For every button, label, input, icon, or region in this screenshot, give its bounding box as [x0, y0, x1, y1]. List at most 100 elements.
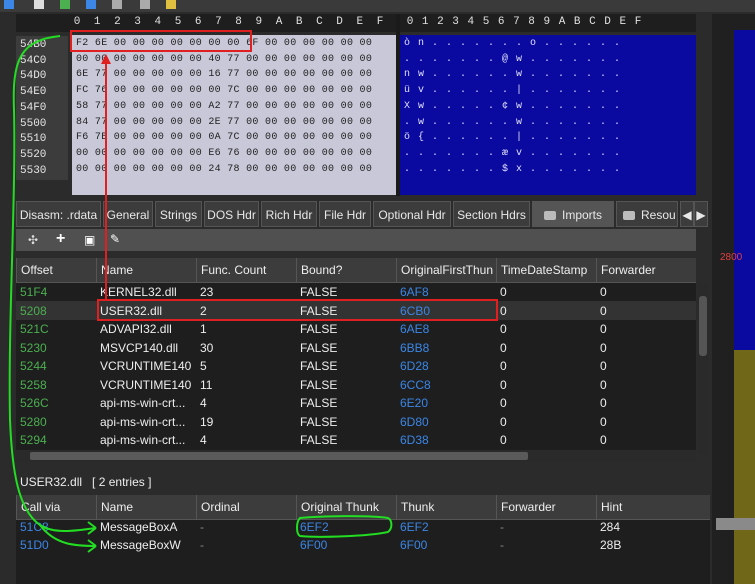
- column-forwarder[interactable]: Forwarder: [596, 258, 696, 282]
- imports-cell-forwarder[interactable]: 0: [600, 413, 694, 431]
- imports-cell-func-count[interactable]: 30: [200, 339, 294, 357]
- imports-cell-timedatestamp[interactable]: 0: [500, 320, 594, 338]
- functions-cell-name[interactable]: MessageBoxA: [100, 518, 194, 536]
- splitter[interactable]: [396, 14, 400, 196]
- column-func-count[interactable]: Func. Count: [196, 258, 296, 282]
- functions-cell-hint[interactable]: 28B: [600, 536, 694, 554]
- document-add-icon[interactable]: ▣: [84, 233, 95, 247]
- imports-cell-timedatestamp[interactable]: 0: [500, 413, 594, 431]
- tab-scroll-right[interactable]: ▶: [694, 201, 708, 227]
- ascii-row[interactable]: n w . . . . . . w . . . . . . .: [404, 69, 621, 85]
- overview-section-olive[interactable]: [734, 350, 755, 584]
- imports-cell-timedatestamp[interactable]: 0: [500, 357, 594, 375]
- column-call-via[interactable]: Call via: [16, 495, 96, 519]
- hex-row[interactable]: 00 00 00 00 00 00 00 40 77 00 00 00 00 0…: [76, 54, 372, 70]
- tab-rich-hdr[interactable]: Rich Hdr: [261, 201, 317, 227]
- edit-icon[interactable]: ✎: [110, 232, 120, 246]
- vertical-scroll-thumb[interactable]: [699, 296, 707, 356]
- column-bound[interactable]: Bound?: [296, 258, 396, 282]
- column-ordinal[interactable]: Ordinal: [196, 495, 296, 519]
- imports-cell-forwarder[interactable]: 0: [600, 302, 694, 320]
- horizontal-scroll-thumb[interactable]: [30, 452, 528, 460]
- tab-section-hdrs[interactable]: Section Hdrs: [453, 201, 530, 227]
- functions-cell-thunk[interactable]: 6EF2: [400, 518, 494, 536]
- tab-imports[interactable]: Imports: [532, 201, 614, 227]
- imports-cell-func-count[interactable]: 1: [200, 320, 294, 338]
- imports-cell-bound-[interactable]: FALSE: [300, 394, 394, 412]
- functions-cell-original-thunk[interactable]: 6F00: [300, 536, 394, 554]
- imports-cell-bound-[interactable]: FALSE: [300, 376, 394, 394]
- imports-cell-originalfirstthun[interactable]: 6D80: [400, 413, 494, 431]
- ascii-row[interactable]: . . . . . . . æ v . . . . . . .: [404, 148, 621, 164]
- hex-row[interactable]: 6E 77 00 00 00 00 00 16 77 00 00 00 00 0…: [76, 69, 372, 85]
- imports-cell-originalfirstthun[interactable]: 6BB8: [400, 339, 494, 357]
- tab-general[interactable]: General: [103, 201, 153, 227]
- imports-cell-timedatestamp[interactable]: 0: [500, 394, 594, 412]
- imports-cell-func-count[interactable]: 4: [200, 431, 294, 449]
- functions-cell-ordinal[interactable]: -: [200, 536, 294, 554]
- imports-cell-originalfirstthun[interactable]: 6CC8: [400, 376, 494, 394]
- tab-disasm[interactable]: Disasm: .rdata: [16, 201, 101, 227]
- imports-cell-originalfirstthun[interactable]: 6D28: [400, 357, 494, 375]
- imports-cell-name[interactable]: MSVCP140.dll: [100, 339, 192, 357]
- imports-cell-originalfirstthun[interactable]: 6D38: [400, 431, 494, 449]
- ascii-row[interactable]: ü v . . . . . . | . . . . . . .: [404, 85, 621, 101]
- imports-cell-bound-[interactable]: FALSE: [300, 413, 394, 431]
- hex-row[interactable]: FC 76 00 00 00 00 00 00 7C 00 00 00 00 0…: [76, 85, 372, 101]
- functions-cell-hint[interactable]: 284: [600, 518, 694, 536]
- tab-scroll-left[interactable]: ◀: [680, 201, 694, 227]
- column-name[interactable]: Name: [96, 258, 196, 282]
- imports-cell-timedatestamp[interactable]: 0: [500, 339, 594, 357]
- imports-cell-name[interactable]: api-ms-win-crt...: [100, 431, 192, 449]
- imports-cell-originalfirstthun[interactable]: 6E20: [400, 394, 494, 412]
- undo-icon[interactable]: [86, 0, 96, 9]
- gear-icon[interactable]: [140, 0, 150, 9]
- imports-cell-name[interactable]: api-ms-win-crt...: [100, 394, 192, 412]
- column-thunk[interactable]: Thunk: [396, 495, 496, 519]
- functions-cell-forwarder[interactable]: -: [500, 518, 594, 536]
- hex-row[interactable]: F6 7B 00 00 00 00 00 0A 7C 00 00 00 00 0…: [76, 132, 372, 148]
- ascii-row[interactable]: . . . . . . . $ x . . . . . . .: [404, 164, 621, 180]
- save-icon[interactable]: [60, 0, 70, 9]
- hex-row[interactable]: 00 00 00 00 00 00 00 E6 76 00 00 00 00 0…: [76, 148, 372, 164]
- imports-cell-func-count[interactable]: 4: [200, 394, 294, 412]
- ascii-row[interactable]: . w . . . . . . w . . . . . . .: [404, 117, 621, 133]
- imports-cell-forwarder[interactable]: 0: [600, 283, 694, 301]
- imports-cell-forwarder[interactable]: 0: [600, 394, 694, 412]
- imports-cell-func-count[interactable]: 11: [200, 376, 294, 394]
- imports-cell-bound-[interactable]: FALSE: [300, 339, 394, 357]
- imports-cell-timedatestamp[interactable]: 0: [500, 431, 594, 449]
- functions-cell-original-thunk[interactable]: 6EF2: [300, 518, 394, 536]
- star-icon[interactable]: [166, 0, 176, 9]
- column-forwarder[interactable]: Forwarder: [496, 495, 596, 519]
- imports-cell-timedatestamp[interactable]: 0: [500, 302, 594, 320]
- imports-cell-name[interactable]: api-ms-win-crt...: [100, 413, 192, 431]
- ascii-row[interactable]: . . . . . . . @ w . . . . . . .: [404, 54, 621, 70]
- arrow-icon[interactable]: [4, 0, 14, 9]
- overview-section-blue[interactable]: [734, 30, 755, 350]
- functions-cell-forwarder[interactable]: -: [500, 536, 594, 554]
- imports-cell-originalfirstthun[interactable]: 6AE8: [400, 320, 494, 338]
- tab-dos-hdr[interactable]: DOS Hdr: [204, 201, 259, 227]
- imports-cell-func-count[interactable]: 19: [200, 413, 294, 431]
- overview-marker[interactable]: [716, 518, 755, 530]
- imports-cell-bound-[interactable]: FALSE: [300, 431, 394, 449]
- ascii-row[interactable]: ö { . . . . . . | . . . . . . .: [404, 132, 621, 148]
- ascii-row[interactable]: ò n . . . . . . . o . . . . . .: [404, 38, 621, 54]
- imports-cell-forwarder[interactable]: 0: [600, 431, 694, 449]
- imports-cell-forwarder[interactable]: 0: [600, 320, 694, 338]
- functions-cell-thunk[interactable]: 6F00: [400, 536, 494, 554]
- move-icon[interactable]: ✣: [28, 233, 38, 247]
- column-hint[interactable]: Hint: [596, 495, 710, 519]
- functions-cell-name[interactable]: MessageBoxW: [100, 536, 194, 554]
- functions-cell-ordinal[interactable]: -: [200, 518, 294, 536]
- add-icon[interactable]: +: [56, 230, 65, 248]
- imports-cell-name[interactable]: ADVAPI32.dll: [100, 320, 192, 338]
- imports-cell-bound-[interactable]: FALSE: [300, 357, 394, 375]
- tab-resources[interactable]: Resou: [616, 201, 678, 227]
- tab-file-hdr[interactable]: File Hdr: [319, 201, 371, 227]
- tab-strings[interactable]: Strings: [155, 201, 202, 227]
- hex-row[interactable]: 58 77 00 00 00 00 00 A2 77 00 00 00 00 0…: [76, 101, 372, 117]
- tab-optional-hdr[interactable]: Optional Hdr: [373, 201, 451, 227]
- imports-cell-forwarder[interactable]: 0: [600, 357, 694, 375]
